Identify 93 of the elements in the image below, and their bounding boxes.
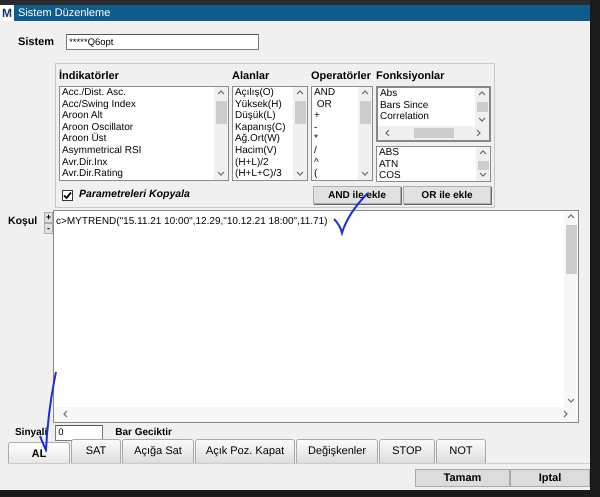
list-item[interactable]: Abs [380,88,473,100]
dialog-button[interactable]: Tamam [415,468,510,486]
list-item[interactable]: Bars Since [380,100,473,112]
scrollbar-thumb[interactable] [360,101,370,124]
scrollbar[interactable] [475,88,489,126]
list-item[interactable]: (H+L)/2 [235,156,291,168]
list-item[interactable]: Hacim(V) [235,144,291,157]
scrollbar-thumb[interactable] [566,224,576,274]
list-item[interactable]: COS [379,170,474,181]
list-item[interactable]: Aroon Üst [62,133,212,145]
list-box[interactable]: AND OR + - * / ^ ( [311,86,373,181]
scrollbar[interactable] [54,406,578,422]
scroll-up-icon[interactable] [217,89,225,97]
scroll-up-icon[interactable] [567,212,575,220]
scrollbar-thumb[interactable] [294,101,306,124]
scrollbar[interactable] [293,87,307,180]
list-item[interactable]: Asymmetrical RSI [62,144,212,157]
app-icon: M [0,5,14,21]
window-title: Sistem Düzenleme [18,6,110,21]
list-item[interactable]: Correlation [380,111,473,123]
list-item[interactable]: ( [314,168,356,180]
field-label: Bar Geciktir [115,426,172,440]
scrollbar[interactable] [214,87,228,180]
tab[interactable]: NOT [436,439,486,462]
field-label: Koşul [7,214,38,228]
add-button[interactable]: AND ile ekle [313,186,401,204]
list-item[interactable]: Avr.Dir.Inx [62,156,212,168]
list-item[interactable]: Avr.Dir.Rating [62,168,212,180]
scrollbar-thumb[interactable] [478,161,488,170]
scrollbar[interactable] [476,147,490,181]
scroll-up-icon[interactable] [478,90,486,98]
scroll-down-icon[interactable] [361,170,369,178]
list-item[interactable]: * [314,133,356,145]
scroll-up-icon[interactable] [361,89,369,97]
list-item[interactable]: / [314,144,356,157]
small-button[interactable]: + [44,212,53,222]
scroll-down-icon[interactable] [567,396,575,404]
tab[interactable]: AL [8,442,70,462]
list-item[interactable]: Acc/Swing Index [62,98,212,110]
checkbox[interactable] [62,190,73,200]
list-item[interactable]: Aroon Alt [62,110,212,122]
list-heading: İndikatörler [59,68,120,84]
list-item[interactable]: Kapanış(C) [235,122,291,134]
list-item[interactable]: Düşük(L) [235,110,291,122]
scroll-left-icon[interactable] [384,129,392,137]
list-heading: Operatörler [311,68,372,84]
list-item[interactable]: AND [314,87,356,99]
checkbox-label: Parametreleri Kopyala [79,187,191,202]
scrollbar[interactable] [564,210,578,406]
scroll-up-icon[interactable] [296,89,304,97]
delay-field[interactable]: 0 [55,424,104,440]
list-box[interactable]: Abs Bars Since Correlation [376,86,491,142]
scroll-left-icon[interactable] [62,410,70,418]
list-item[interactable]: - [314,122,356,134]
tab[interactable]: SAT [71,439,121,462]
list-item[interactable]: Açılış(O) [235,87,291,99]
scroll-right-icon[interactable] [562,410,570,418]
tab[interactable]: Değişkenler [296,439,378,462]
scroll-down-icon[interactable] [479,171,487,179]
scrollbar[interactable] [358,87,372,180]
scrollbar-thumb[interactable] [476,102,488,112]
list-item[interactable]: Ağ.Ort(W) [235,133,291,145]
list-item[interactable]: (H+L+C)/3 [235,168,291,180]
field-label: Sistem [18,35,54,50]
scroll-down-icon[interactable] [478,116,486,124]
list-item[interactable]: ^ [314,156,356,168]
list-item[interactable]: ATN [379,158,474,170]
list-item[interactable]: Yüksek(H) [235,98,291,110]
tab[interactable]: Açık Poz. Kapat [195,439,295,462]
list-item[interactable]: Acc./Dist. Asc. [62,87,212,99]
list-box[interactable]: Açılış(O) Yüksek(H) Düşük(L) Kapanış(C) Ağ.Ort(W) Hacim(V) (H+L)/2 (H+L+C)/3 [232,86,308,181]
list-item[interactable]: OR [314,98,356,110]
list-item[interactable]: ABS [379,147,474,159]
field-label: Sinyali [15,426,48,440]
list-box[interactable]: Acc./Dist. Asc. Acc/Swing Index Aroon Alt Aroon Oscillator Aroon Üst Asymmetrical RSI Avr.Dir.Inx Avr.Dir.Rating [59,86,229,181]
system-name-field[interactable]: *****Q6opt [66,34,260,50]
add-button[interactable]: OR ile ekle [403,186,491,204]
tab[interactable]: Açığa Sat [122,439,194,462]
list-box[interactable]: ABS ATN COS [376,146,491,182]
small-button[interactable]: - [44,222,53,234]
scroll-down-icon[interactable] [296,170,304,178]
scroll-down-icon[interactable] [217,170,225,178]
scroll-up-icon[interactable] [479,149,487,157]
scrollbar-thumb[interactable] [216,101,226,124]
tab[interactable]: STOP [379,439,435,462]
scrollbar-thumb[interactable] [414,128,454,138]
scrollbar[interactable] [378,126,489,140]
list-heading: Fonksiyonlar [376,68,446,84]
list-heading: Alanlar [232,68,270,84]
list-item[interactable]: + [314,110,356,122]
dialog-button[interactable]: Iptal [510,468,590,486]
scroll-right-icon[interactable] [475,129,483,137]
list-item[interactable]: Aroon Oscillator [62,122,212,134]
